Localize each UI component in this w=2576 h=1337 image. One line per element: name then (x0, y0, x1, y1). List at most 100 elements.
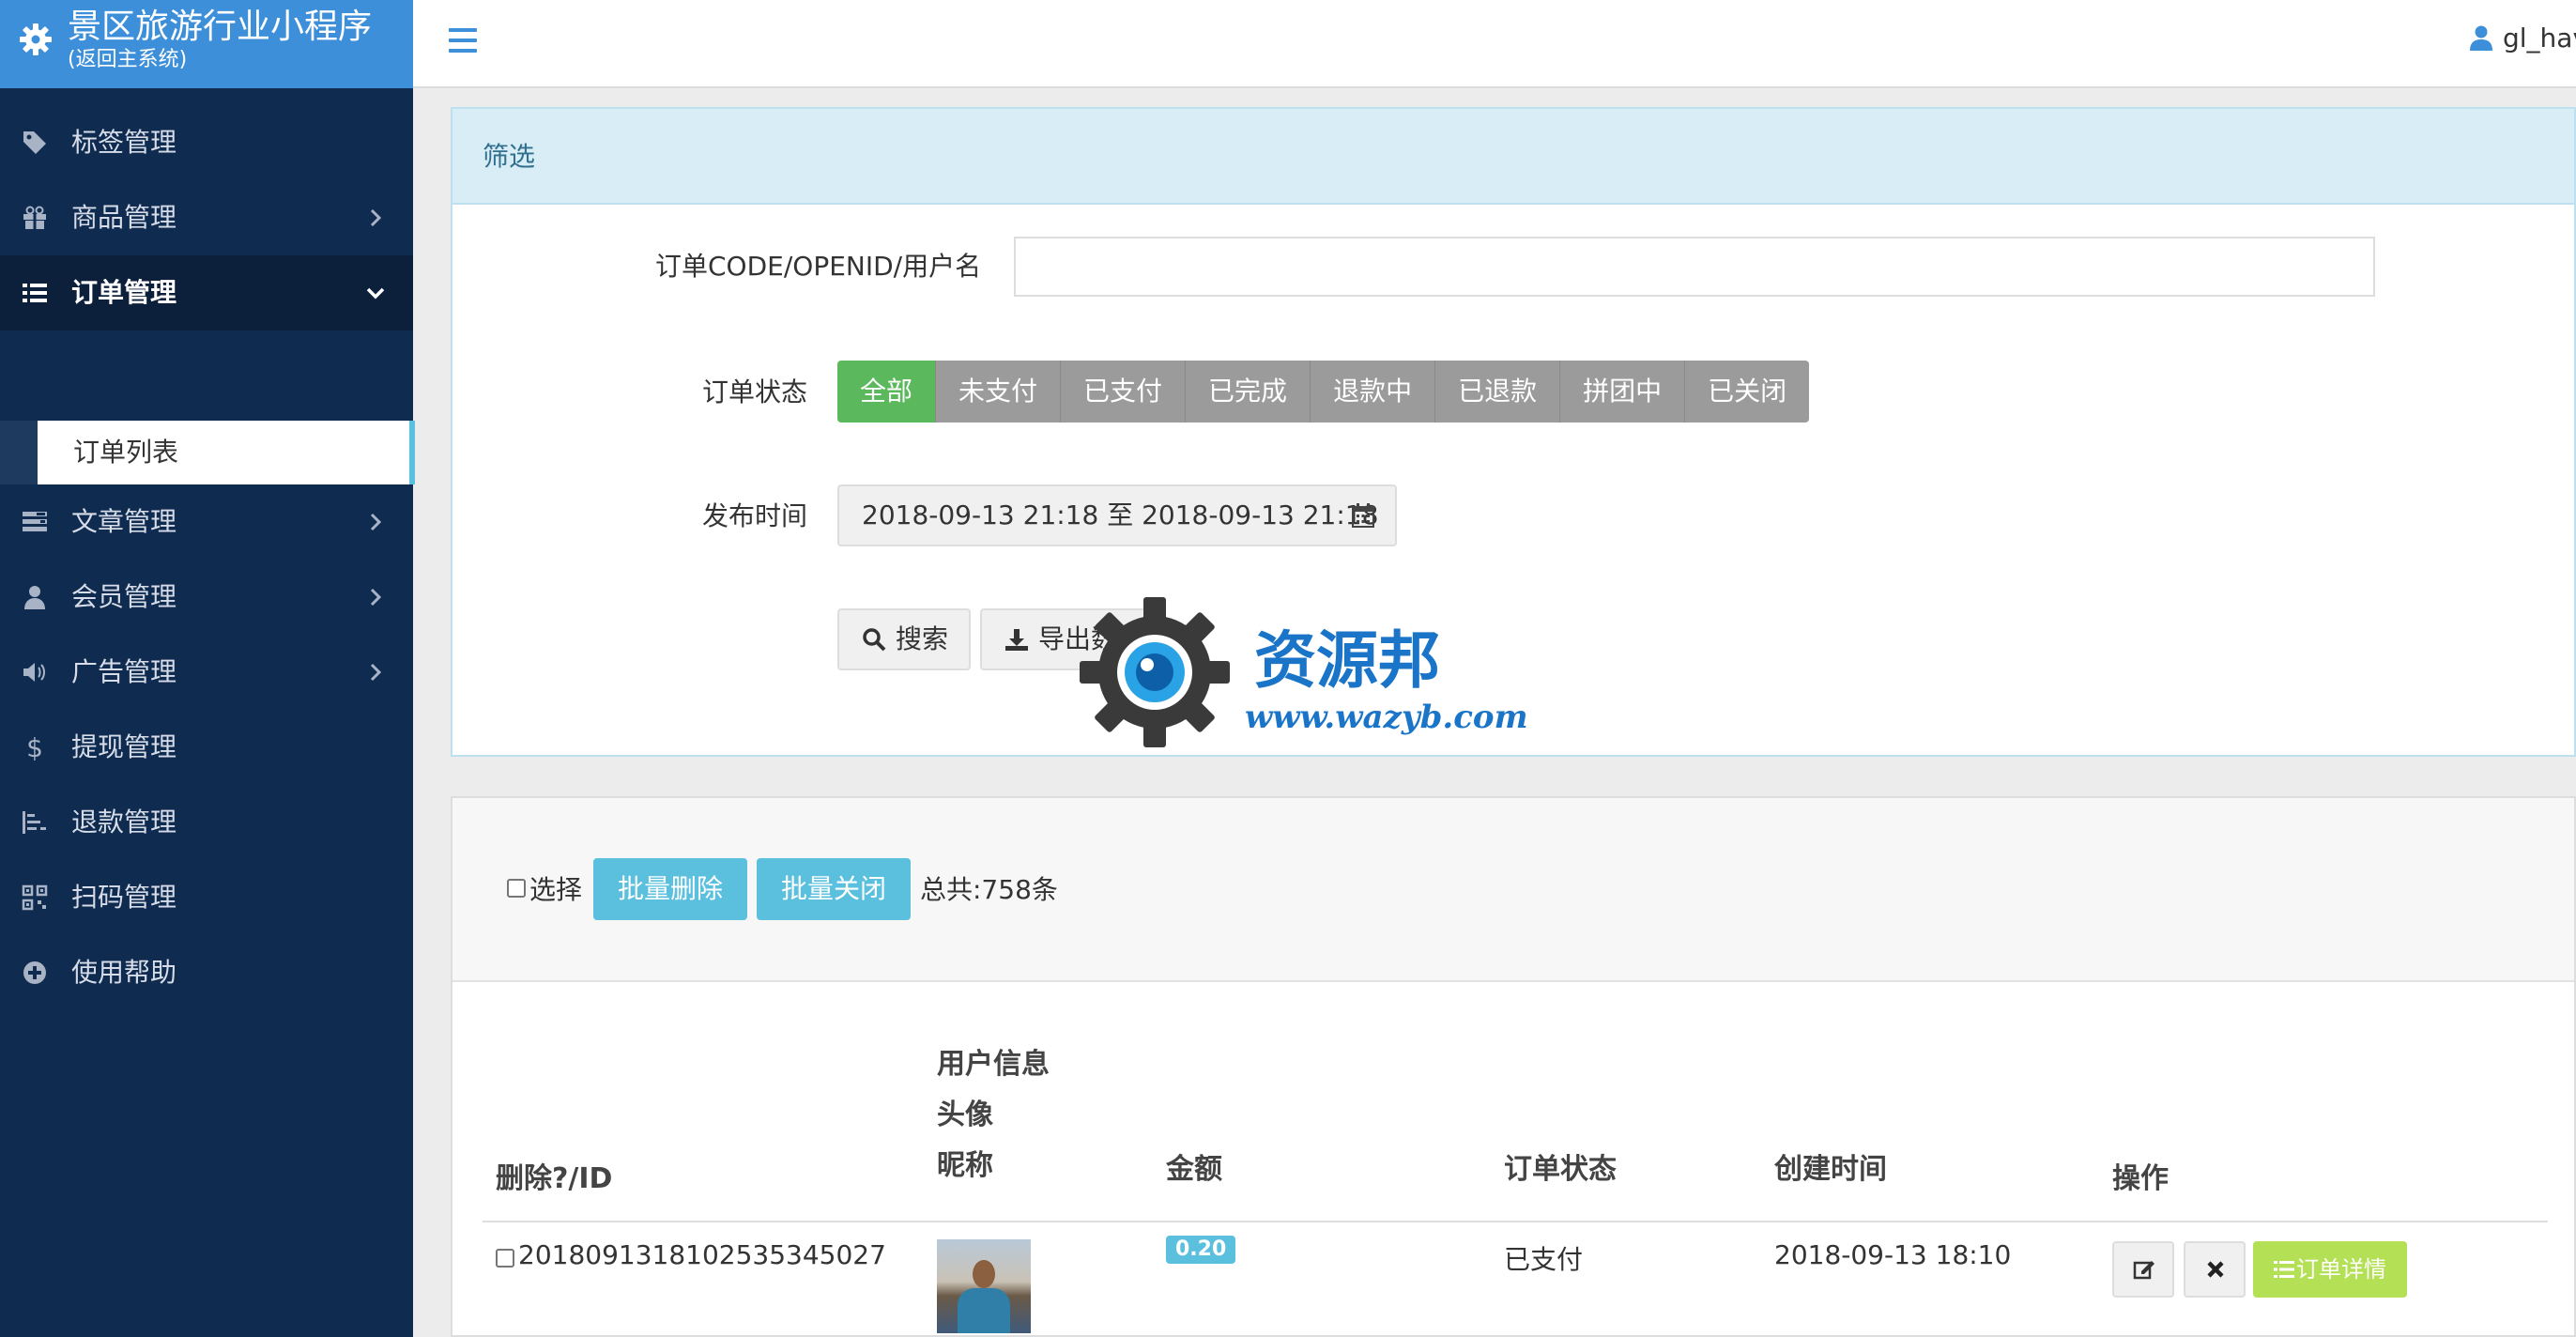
total-count: 总共:758条 (920, 874, 1058, 905)
filter-panel-header: 筛选 (452, 109, 2574, 205)
column-header-status: 订单状态 (1504, 1153, 1617, 1186)
order-id: 2018091318102535345027 (518, 1239, 886, 1270)
sidebar-item-members[interactable]: 会员管理 (0, 560, 413, 635)
watermark-gear-icon (1080, 597, 1230, 747)
status-option-completed[interactable]: 已完成 (1186, 361, 1311, 423)
batch-close-button[interactable]: 批量关闭 (757, 858, 911, 920)
top-navbar: gl_hav (413, 0, 2576, 88)
status-option-group-buying[interactable]: 拼团中 (1560, 361, 1686, 423)
tag-icon (19, 126, 51, 160)
close-order-button[interactable] (2184, 1241, 2246, 1298)
edit-button[interactable] (2112, 1241, 2174, 1298)
chevron-right-icon (370, 208, 382, 227)
brand-header[interactable]: 景区旅游行业小程序 (返回主系统) (0, 0, 413, 88)
sidebar-item-label: 文章管理 (71, 506, 177, 537)
date-range-value: 2018-09-13 21:18 至 2018-09-13 21:18 (862, 499, 1379, 530)
watermark-url: www.wazyb.com (1245, 699, 1528, 736)
column-header-user-info: 用户信息 (937, 1048, 1050, 1081)
chevron-down-icon (366, 287, 385, 300)
volume-icon (19, 655, 51, 689)
order-created-time: 2018-09-13 18:10 (1774, 1239, 2012, 1270)
sidebar-item-withdraw[interactable]: $ 提现管理 (0, 710, 413, 785)
watermark-text: 资源邦 (1254, 623, 1440, 697)
sidebar-subitem-order-list[interactable]: 订单列表 (38, 421, 415, 484)
sidebar-item-products[interactable]: 商品管理 (0, 180, 413, 255)
sidebar-item-articles[interactable]: 文章管理 (0, 484, 413, 560)
amount-badge: 0.20 (1166, 1236, 1236, 1264)
user-menu[interactable]: gl_hav (2469, 23, 2576, 54)
date-range-picker[interactable]: 2018-09-13 21:18 至 2018-09-13 21:18 (837, 484, 1397, 546)
row-select-checkbox[interactable] (496, 1249, 514, 1268)
plus-circle-icon (19, 956, 51, 990)
username: gl_hav (2503, 23, 2576, 54)
app-title[interactable]: 景区旅游行业小程序 (68, 6, 372, 49)
sidebar-item-tags[interactable]: 标签管理 (0, 105, 413, 180)
column-header-avatar: 头像 (937, 1099, 993, 1131)
filter-panel: 筛选 订单CODE/OPENID/用户名 订单状态 全部 未支付 已支付 已完成… (451, 107, 2576, 757)
column-header-actions: 操作 (2112, 1162, 2169, 1195)
back-to-main-link[interactable]: (返回主系统) (68, 47, 187, 73)
user-icon (2470, 25, 2492, 51)
select-all-checkbox[interactable] (507, 879, 526, 898)
download-icon (1005, 629, 1028, 651)
filter-title: 筛选 (483, 141, 536, 172)
order-list-panel: 选择 批量删除 批量关闭 总共:758条 删除?/ID 用户信息 头像 昵称 金… (451, 796, 2576, 1337)
list-icon (2274, 1261, 2294, 1278)
status-filter-group: 全部 未支付 已支付 已完成 退款中 已退款 拼团中 已关闭 (837, 361, 1810, 423)
select-all-label: 选择 (529, 874, 583, 905)
column-header-amount: 金额 (1166, 1153, 1222, 1186)
column-header-created: 创建时间 (1774, 1153, 1887, 1186)
status-option-paid[interactable]: 已支付 (1061, 361, 1187, 423)
search-icon (863, 628, 886, 652)
status-option-refunding[interactable]: 退款中 (1311, 361, 1436, 423)
chevron-right-icon (370, 663, 382, 682)
column-header-nickname: 昵称 (937, 1149, 993, 1182)
sidebar-item-label: 使用帮助 (71, 957, 177, 988)
hamburger-icon[interactable] (449, 28, 477, 53)
dollar-icon: $ (26, 731, 43, 763)
status-option-closed[interactable]: 已关闭 (1685, 361, 1810, 423)
tasks-icon (19, 505, 51, 539)
chevron-right-icon (370, 513, 382, 531)
sidebar-item-help[interactable]: 使用帮助 (0, 935, 413, 1010)
sidebar-item-orders[interactable]: 订单管理 (0, 255, 413, 330)
sidebar-subitem-label: 订单列表 (73, 437, 179, 468)
sidebar-item-label: 退款管理 (71, 807, 177, 838)
sidebar-item-ads[interactable]: 广告管理 (0, 635, 413, 710)
qrcode-icon (19, 881, 51, 914)
submenu-indent (0, 421, 38, 484)
sidebar-item-label: 订单管理 (71, 277, 177, 308)
column-header-id: 删除?/ID (496, 1162, 613, 1195)
list-icon (19, 276, 51, 310)
order-status: 已支付 (1504, 1244, 1584, 1275)
status-option-unpaid[interactable]: 未支付 (936, 361, 1062, 423)
sidebar-item-label: 商品管理 (71, 202, 177, 233)
user-icon (19, 580, 51, 614)
sidebar-item-label: 广告管理 (71, 656, 177, 687)
edit-icon (2133, 1261, 2154, 1280)
status-option-refunded[interactable]: 已退款 (1435, 361, 1561, 423)
list-toolbar: 选择 批量删除 批量关闭 总共:758条 (452, 798, 2574, 982)
order-detail-button[interactable]: 订单详情 (2253, 1241, 2407, 1298)
sidebar-item-scan[interactable]: 扫码管理 (0, 860, 413, 935)
status-option-all[interactable]: 全部 (837, 361, 937, 423)
sidebar-item-refunds[interactable]: 退款管理 (0, 785, 413, 860)
order-code-input[interactable] (1014, 237, 2375, 297)
sidebar-item-label: 会员管理 (71, 581, 177, 612)
time-filter-label: 发布时间 (702, 500, 808, 531)
user-avatar (937, 1239, 1031, 1333)
sidebar-item-label: 标签管理 (71, 127, 177, 158)
calendar-icon (1352, 503, 1374, 528)
chevron-right-icon (370, 588, 382, 607)
sidebar-item-label: 提现管理 (71, 731, 177, 762)
close-icon (2207, 1261, 2224, 1278)
gear-icon (20, 23, 52, 55)
status-filter-label: 订单状态 (702, 377, 808, 407)
search-button[interactable]: 搜索 (837, 608, 971, 670)
gift-icon (19, 201, 51, 235)
code-field-label: 订单CODE/OPENID/用户名 (655, 251, 982, 282)
sidebar: 标签管理 商品管理 订单管理 订单列表 文章管理 会员管理 广告管理 $ 提现管… (0, 88, 415, 1337)
sidebar-item-label: 扫码管理 (71, 882, 177, 913)
table-header-divider (483, 1221, 2548, 1222)
batch-delete-button[interactable]: 批量删除 (593, 858, 747, 920)
